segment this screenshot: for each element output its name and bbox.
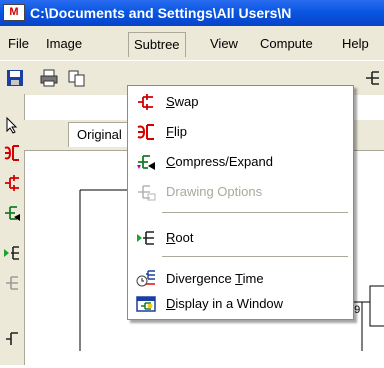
drawing-tool-icon[interactable] xyxy=(3,274,21,292)
title-bar: M C:\Documents and Settings\All Users\N xyxy=(0,0,384,26)
menu-item-drawing-options: Drawing Options xyxy=(128,177,353,207)
app-icon: M xyxy=(3,4,25,21)
compress-expand-icon xyxy=(137,155,155,170)
window-title: C:\Documents and Settings\All Users\N xyxy=(30,5,292,21)
divergence-time-icon xyxy=(136,270,155,287)
menu-subtree[interactable]: Subtree xyxy=(128,32,186,57)
menu-compute[interactable]: Compute xyxy=(258,34,315,54)
flip-tool-icon[interactable] xyxy=(3,144,21,162)
swap-icon xyxy=(138,94,153,110)
print-icon[interactable] xyxy=(40,69,58,87)
extra-tool-icon[interactable] xyxy=(3,330,21,348)
menu-help[interactable]: Help xyxy=(340,34,371,54)
tool-sidebar xyxy=(0,94,25,365)
tree-tool-icon[interactable] xyxy=(363,69,381,87)
compress-tool-icon[interactable] xyxy=(3,204,21,222)
drawing-options-icon xyxy=(138,185,156,201)
menu-file[interactable]: File xyxy=(6,34,31,54)
menu-item-swap[interactable]: Swap xyxy=(128,87,353,117)
subtree-menu: Swap Flip Compress/Expand Drawing Option… xyxy=(127,85,354,320)
swap-tool-icon[interactable] xyxy=(3,174,21,192)
save-icon[interactable] xyxy=(6,69,24,87)
menu-view[interactable]: View xyxy=(208,34,240,54)
tab-original[interactable]: Original xyxy=(68,122,131,147)
display-window-icon xyxy=(136,296,156,312)
menu-item-display-in-window[interactable]: Display in a Window xyxy=(128,289,353,319)
node-box[interactable] xyxy=(369,285,384,327)
menu-separator xyxy=(162,212,348,213)
menu-image[interactable]: Image xyxy=(44,34,84,54)
copy-icon[interactable] xyxy=(68,69,86,87)
menu-item-compress-expand[interactable]: Compress/Expand xyxy=(128,147,353,177)
menu-bar: File Image Subtree View Compute Help xyxy=(0,26,384,60)
flip-icon xyxy=(137,124,154,140)
menu-item-root[interactable]: Root xyxy=(128,223,353,253)
pointer-icon[interactable] xyxy=(3,116,21,134)
menu-item-flip[interactable]: Flip xyxy=(128,117,353,147)
menu-separator xyxy=(162,256,348,257)
root-tool-icon[interactable] xyxy=(3,244,21,262)
root-icon xyxy=(137,231,154,245)
